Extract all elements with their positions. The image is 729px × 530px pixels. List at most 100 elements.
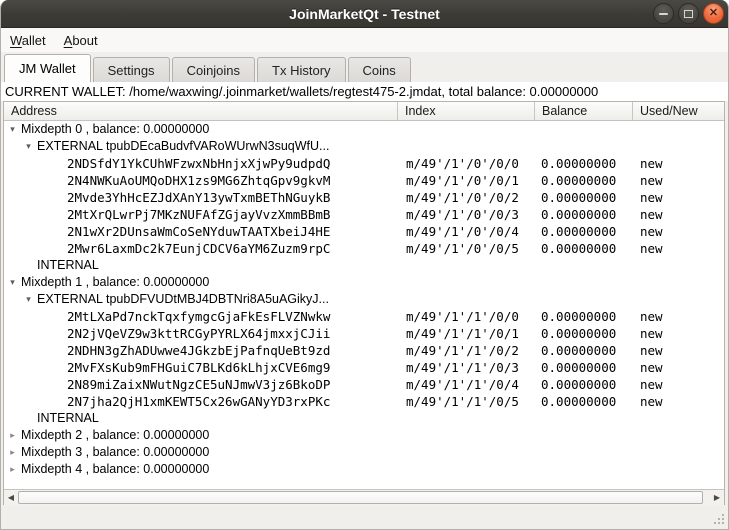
balance-cell: 0.00000000: [535, 206, 633, 223]
menu-item-about[interactable]: About: [64, 33, 98, 48]
tree-row-address[interactable]: 2MtLXaPd7nckTqxfymgcGjaFkEsFLVZNwkwm/49'…: [4, 308, 724, 325]
balance-cell: 0.00000000: [535, 172, 633, 189]
minimize-icon: [659, 13, 668, 15]
tree-row-address[interactable]: 2MtXrQLwrPj7MKzNUFAfZGjayVvzXmmBBmBm/49'…: [4, 206, 724, 223]
tab-jm-wallet[interactable]: JM Wallet: [4, 54, 91, 82]
address-text: 2N1wXr2DUnsaWmCoSeNYduwTAATXbeiJ4HE: [67, 223, 330, 240]
tab-bar: JM WalletSettingsCoinjoinsTx HistoryCoin…: [1, 52, 728, 82]
tree-row-address[interactable]: 2NDSfdY1YkCUhWFzwxNbHnjxXjwPy9udpdQm/49'…: [4, 155, 724, 172]
branch-label: EXTERNAL tpubDEcaBudvfVARoWUrwN3suqWfU..…: [37, 138, 329, 155]
scrollbar-thumb[interactable]: [18, 491, 703, 504]
tree-row-address[interactable]: 2NDHN3gZhADUwwe4JGkzbEjPafnqUeBt9zd m/49'…: [4, 342, 724, 359]
balance-cell: 0.00000000: [535, 325, 633, 342]
status-cell: new: [633, 393, 724, 410]
address-text: 2Mvde3YhHcEZJdXAnY13ywTxmBEThNGuykB: [67, 189, 330, 206]
tree-row-address[interactable]: 2N89miZaixNWutNgzCE5uNJmwV3jz6BkoDPm/49'…: [4, 376, 724, 393]
index-cell: m/49'/1'/1'/0/1: [398, 325, 535, 342]
address-column-cell: ▾Mixdepth 0 , balance: 0.00000000: [4, 121, 398, 138]
scroll-right-icon[interactable]: ▶: [710, 490, 724, 505]
status-cell: new: [633, 223, 724, 240]
status-cell: new: [633, 308, 724, 325]
index-cell: m/49'/1'/1'/0/2: [398, 342, 535, 359]
tab-tx-history[interactable]: Tx History: [257, 57, 346, 82]
tree-row-internal[interactable]: INTERNAL: [4, 257, 724, 274]
expand-arrow-icon[interactable]: ▾: [8, 121, 17, 138]
mixdepth-label: Mixdepth 1 , balance: 0.00000000: [21, 274, 209, 291]
internal-label: INTERNAL: [37, 257, 99, 274]
balance-cell: 0.00000000: [535, 359, 633, 376]
index-cell: m/49'/1'/1'/0/3: [398, 359, 535, 376]
tree-row-address[interactable]: 2N1wXr2DUnsaWmCoSeNYduwTAATXbeiJ4HEm/49'…: [4, 223, 724, 240]
minimize-button[interactable]: [653, 3, 674, 24]
tree-row-mixdepth[interactable]: ▸Mixdepth 3 , balance: 0.00000000: [4, 444, 724, 461]
address-text: 2MtXrQLwrPj7MKzNUFAfZGjayVvzXmmBBmB: [67, 206, 330, 223]
status-cell: new: [633, 376, 724, 393]
address-column-cell: 2MvFXsKub9mFHGuiC7BLKd6kLhjxCVE6mg9: [4, 359, 398, 376]
status-cell: new: [633, 342, 724, 359]
tree-row-address[interactable]: 2MvFXsKub9mFHGuiC7BLKd6kLhjxCVE6mg9m/49'…: [4, 359, 724, 376]
tree-row-mixdepth[interactable]: ▸Mixdepth 2 , balance: 0.00000000: [4, 427, 724, 444]
collapse-arrow-icon[interactable]: ▸: [8, 461, 17, 478]
tree-row-branch[interactable]: ▾EXTERNAL tpubDEcaBudvfVARoWUrwN3suqWfU.…: [4, 138, 724, 155]
maximize-icon: [684, 10, 693, 18]
resize-grip[interactable]: [711, 511, 724, 524]
index-cell: m/49'/1'/1'/0/4: [398, 376, 535, 393]
tree-header: AddressIndexBalanceUsed/New: [4, 102, 724, 121]
menubar: Wallet About: [1, 28, 728, 52]
tree-row-address[interactable]: 2Mwr6LaxmDc2k7EunjCDCV6aYM6Zuzm9rpC m/49'…: [4, 240, 724, 257]
address-column-cell: 2MtLXaPd7nckTqxfymgcGjaFkEsFLVZNwkw: [4, 308, 398, 325]
mixdepth-label: Mixdepth 2 , balance: 0.00000000: [21, 427, 209, 444]
tree-row-address[interactable]: 2N7jha2QjH1xmKEWT5Cx26wGANyYD3rxPKcm/49'…: [4, 393, 724, 410]
close-button[interactable]: ✕: [703, 3, 724, 24]
tree-row-address[interactable]: 2N2jVQeVZ9w3kttRCGyPYRLX64jmxxjCJii m/49'…: [4, 325, 724, 342]
close-icon: ✕: [709, 8, 718, 19]
address-column-cell: 2N4NWKuAoUMQoDHX1zs9MG6ZhtqGpv9gkvM: [4, 172, 398, 189]
column-header-index[interactable]: Index: [398, 102, 535, 120]
maximize-button[interactable]: [678, 3, 699, 24]
tree-row-address[interactable]: 2N4NWKuAoUMQoDHX1zs9MG6ZhtqGpv9gkvMm/49'…: [4, 172, 724, 189]
expand-arrow-icon[interactable]: ▾: [24, 291, 33, 308]
status-cell: new: [633, 172, 724, 189]
titlebar[interactable]: JoinMarketQt - Testnet ✕: [1, 0, 728, 28]
balance-cell: 0.00000000: [535, 342, 633, 359]
tab-coins[interactable]: Coins: [348, 57, 411, 82]
expand-arrow-icon[interactable]: ▾: [8, 274, 17, 291]
column-header-address[interactable]: Address: [4, 102, 398, 120]
tree-row-address[interactable]: 2Mvde3YhHcEZJdXAnY13ywTxmBEThNGuykBm/49'…: [4, 189, 724, 206]
tab-coinjoins[interactable]: Coinjoins: [172, 57, 255, 82]
tree-row-mixdepth[interactable]: ▸Mixdepth 4 , balance: 0.00000000: [4, 461, 724, 478]
column-header-balance[interactable]: Balance: [535, 102, 633, 120]
internal-label: INTERNAL: [37, 410, 99, 427]
expand-arrow-icon[interactable]: ▾: [24, 138, 33, 155]
collapse-arrow-icon[interactable]: ▸: [8, 427, 17, 444]
status-bar: [1, 505, 728, 529]
branch-label: EXTERNAL tpubDFVUDtMBJ4DBTNri8A5uAGikyJ.…: [37, 291, 329, 308]
address-text: 2N2jVQeVZ9w3kttRCGyPYRLX64jmxxjCJii: [67, 325, 330, 342]
index-cell: m/49'/1'/0'/0/5: [398, 240, 535, 257]
address-text: 2N4NWKuAoUMQoDHX1zs9MG6ZhtqGpv9gkvM: [67, 172, 330, 189]
tree-row-branch[interactable]: ▾EXTERNAL tpubDFVUDtMBJ4DBTNri8A5uAGikyJ…: [4, 291, 724, 308]
tree-row-internal[interactable]: INTERNAL: [4, 410, 724, 427]
menu-item-wallet[interactable]: Wallet: [10, 33, 46, 48]
scroll-left-icon[interactable]: ◀: [4, 490, 18, 505]
tab-settings[interactable]: Settings: [93, 57, 170, 82]
window-controls: ✕: [653, 3, 724, 24]
status-cell: new: [633, 359, 724, 376]
address-column-cell: INTERNAL: [4, 257, 398, 274]
collapse-arrow-icon[interactable]: ▸: [8, 444, 17, 461]
address-column-cell: ▸Mixdepth 2 , balance: 0.00000000: [4, 427, 398, 444]
column-header-used-new[interactable]: Used/New: [633, 102, 724, 120]
tree-row-mixdepth[interactable]: ▾Mixdepth 0 , balance: 0.00000000: [4, 121, 724, 138]
index-cell: m/49'/1'/0'/0/0: [398, 155, 535, 172]
address-column-cell: ▸Mixdepth 3 , balance: 0.00000000: [4, 444, 398, 461]
address-column-cell: ▾EXTERNAL tpubDFVUDtMBJ4DBTNri8A5uAGikyJ…: [4, 291, 398, 308]
mixdepth-label: Mixdepth 3 , balance: 0.00000000: [21, 444, 209, 461]
address-column-cell: 2Mvde3YhHcEZJdXAnY13ywTxmBEThNGuykB: [4, 189, 398, 206]
address-text: 2Mwr6LaxmDc2k7EunjCDCV6aYM6Zuzm9rpC: [67, 240, 330, 257]
mixdepth-label: Mixdepth 4 , balance: 0.00000000: [21, 461, 209, 478]
address-column-cell: 2Mwr6LaxmDc2k7EunjCDCV6aYM6Zuzm9rpC: [4, 240, 398, 257]
address-text: 2NDHN3gZhADUwwe4JGkzbEjPafnqUeBt9zd: [67, 342, 330, 359]
tree-row-mixdepth[interactable]: ▾Mixdepth 1 , balance: 0.00000000: [4, 274, 724, 291]
horizontal-scrollbar[interactable]: ◀ ▶: [4, 489, 724, 505]
address-column-cell: INTERNAL: [4, 410, 398, 427]
